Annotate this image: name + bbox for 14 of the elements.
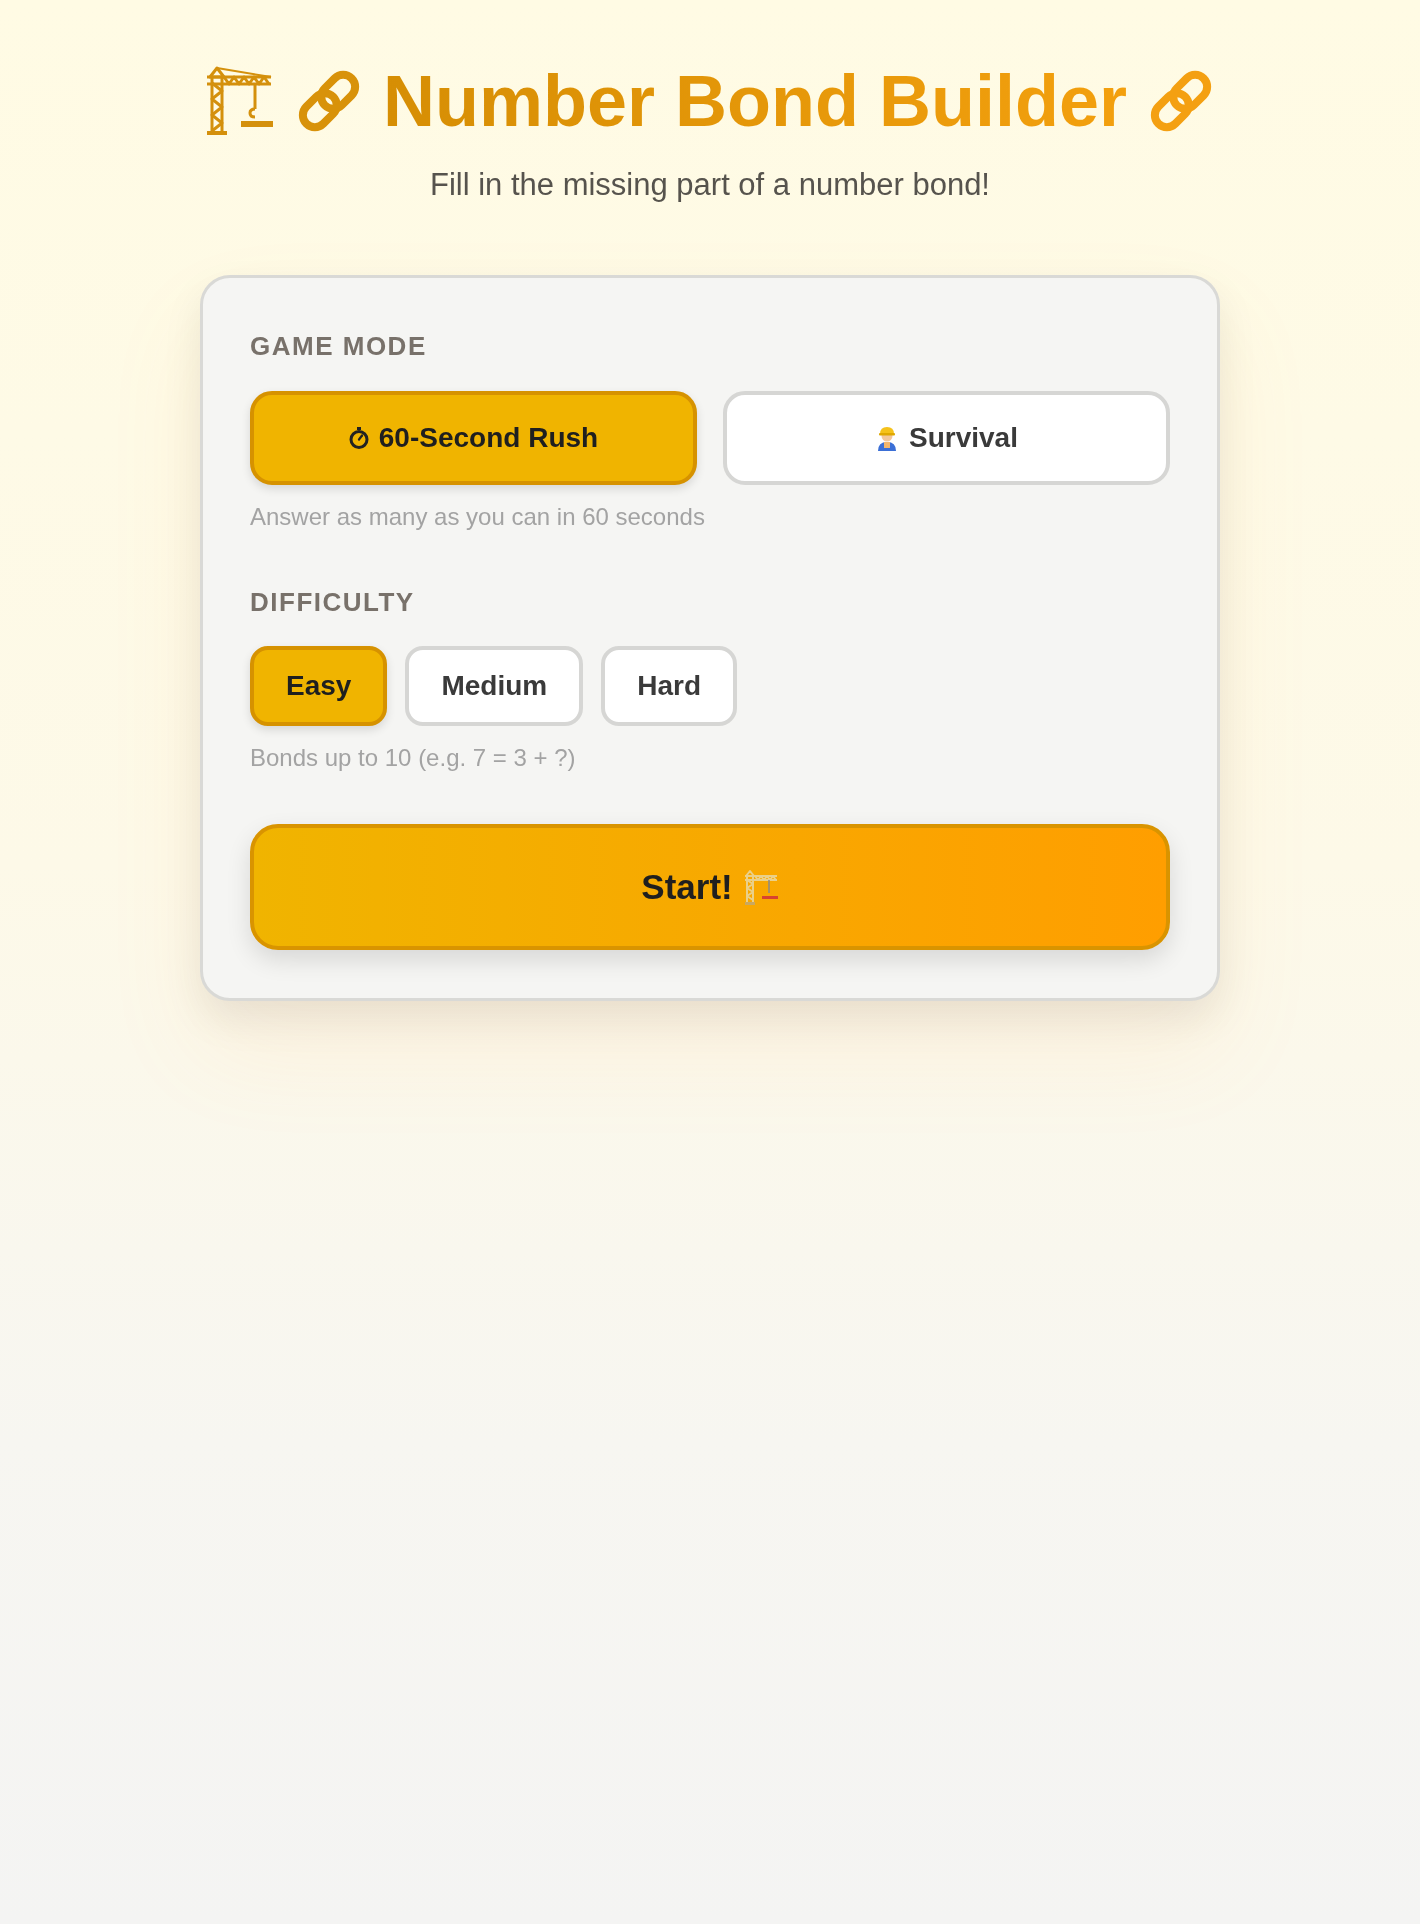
worker-icon bbox=[875, 424, 899, 451]
crane-icon bbox=[742, 868, 779, 905]
mode-hint: Answer as many as you can in 60 seconds bbox=[250, 502, 706, 532]
mode-button[interactable]: 60-Second Rush bbox=[250, 390, 697, 485]
difficulty-button[interactable]: Hard bbox=[601, 645, 737, 726]
subtitle: Fill in the missing part of a number bond! bbox=[430, 166, 990, 204]
mode-button[interactable]: Survival bbox=[723, 390, 1170, 485]
section-label: GAME MODE bbox=[250, 330, 428, 362]
difficulty-button[interactable]: Medium bbox=[405, 645, 584, 726]
stopwatch-icon bbox=[348, 426, 369, 449]
section-label: DIFFICULTY bbox=[250, 586, 416, 618]
difficulty-button[interactable]: Easy bbox=[250, 645, 388, 726]
start-button[interactable]: Start! bbox=[250, 823, 1170, 950]
difficulty-hint: Bonds up to 10 (e.g. 7 = 3 + ?) bbox=[250, 743, 577, 773]
